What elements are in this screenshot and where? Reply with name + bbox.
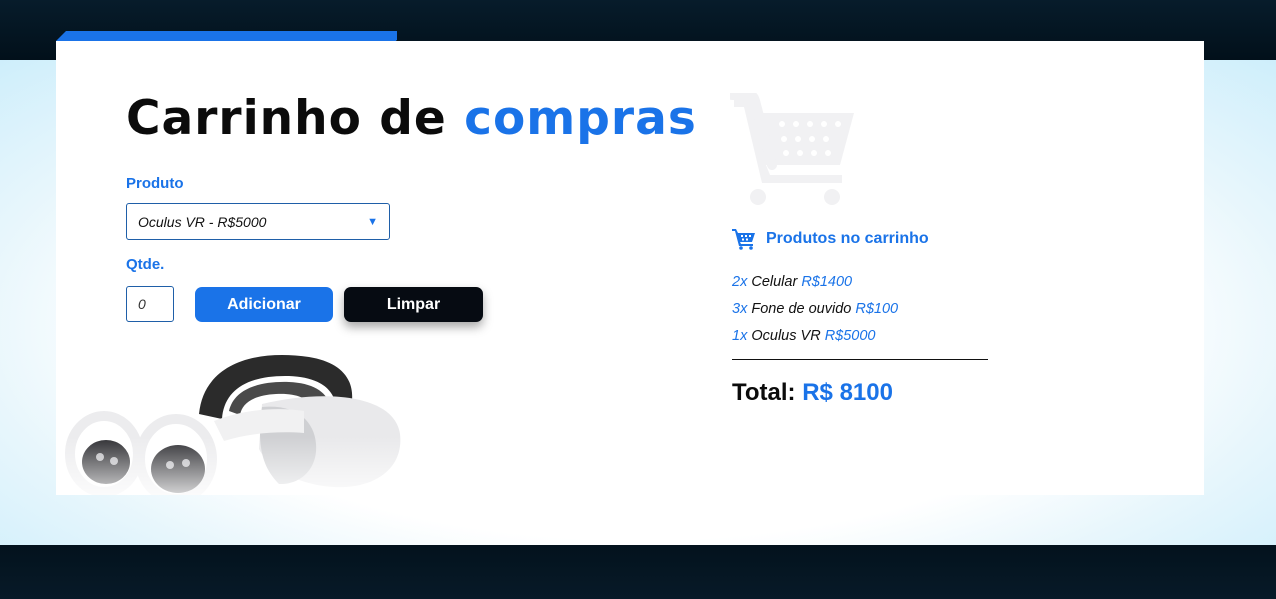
cart-items-list: 2x Celular R$1400 3x Fone de ouvido R$10… — [732, 268, 898, 349]
quantity-input[interactable]: 0 — [126, 286, 174, 322]
total-value: R$ 8100 — [802, 379, 893, 406]
item-name: Celular — [751, 273, 798, 290]
cart-heading-label: Produtos no carrinho — [766, 230, 929, 247]
item-price: R$100 — [855, 300, 899, 317]
title-main: Carrinho de — [126, 91, 447, 146]
product-select-value: Oculus VR - R$5000 — [138, 213, 267, 230]
quantity-placeholder: 0 — [138, 296, 146, 312]
image-fade — [64, 349, 404, 495]
shopping-cart-card: Carrinho de compras Produto Oculus VR - … — [56, 41, 1204, 495]
item-price: R$1400 — [801, 273, 853, 290]
shopping-cart-icon — [732, 229, 755, 250]
cart-divider — [732, 359, 988, 360]
title-accent: compras — [464, 91, 697, 146]
page-title: Carrinho de compras — [126, 91, 697, 146]
cart-total: Total: R$ 8100 — [732, 379, 893, 407]
quantity-label: Qtde. — [126, 256, 165, 273]
item-price: R$5000 — [824, 327, 876, 344]
add-button[interactable]: Adicionar — [195, 287, 333, 322]
list-item: 3x Fone de ouvido R$100 — [732, 295, 898, 322]
item-name: Oculus VR — [751, 327, 821, 344]
item-qty: 3x — [732, 300, 748, 317]
item-qty: 1x — [732, 327, 748, 344]
caret-down-icon: ▼ — [367, 216, 378, 228]
vr-headset-image — [64, 349, 404, 495]
product-label: Produto — [126, 175, 184, 192]
clear-button[interactable]: Limpar — [344, 287, 483, 322]
cart-heading: Produtos no carrinho — [732, 228, 929, 250]
shopping-cart-icon — [730, 93, 854, 205]
item-qty: 2x — [732, 273, 748, 290]
product-select[interactable]: Oculus VR - R$5000 ▼ — [126, 203, 390, 240]
list-item: 1x Oculus VR R$5000 — [732, 322, 898, 349]
list-item: 2x Celular R$1400 — [732, 268, 898, 295]
bottom-dark-band — [0, 545, 1276, 599]
total-label: Total: — [732, 379, 796, 406]
item-name: Fone de ouvido — [751, 300, 852, 317]
